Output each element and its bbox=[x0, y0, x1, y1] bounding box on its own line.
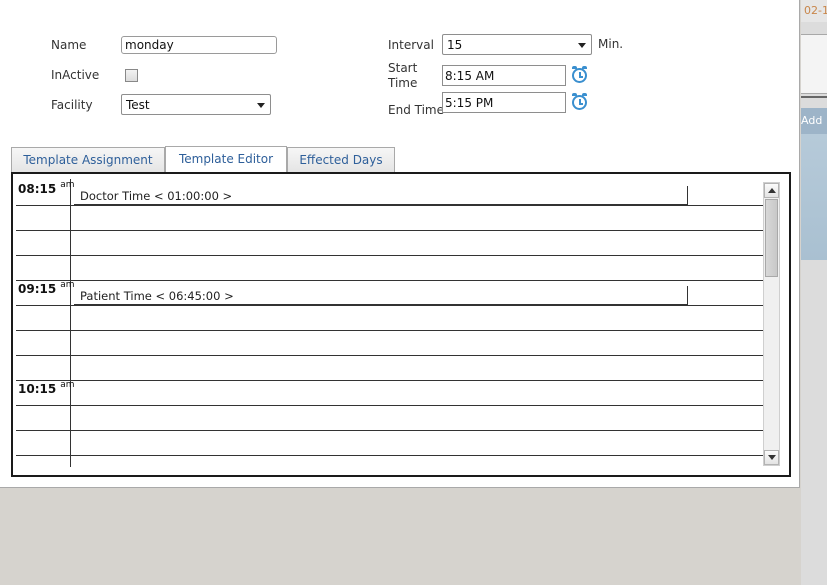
slot-row-line bbox=[16, 280, 763, 281]
chevron-down-icon bbox=[257, 103, 265, 108]
chevron-down-icon bbox=[578, 43, 586, 48]
start-time-clock-icon[interactable] bbox=[572, 66, 587, 83]
name-input[interactable]: monday bbox=[121, 36, 277, 54]
slot-row-line bbox=[16, 455, 763, 456]
time-label-0915: 09:15 am bbox=[18, 280, 75, 296]
background-date-fragment: 02-1 bbox=[801, 0, 827, 22]
arrow-down-icon bbox=[768, 455, 776, 460]
start-time-label: Start Time bbox=[388, 61, 418, 90]
tab-template-assignment[interactable]: Template Assignment bbox=[11, 147, 165, 173]
interval-unit: Min. bbox=[598, 37, 624, 51]
time-label-hour: 08:15 bbox=[18, 182, 57, 196]
background-panel bbox=[801, 34, 827, 94]
background-divider bbox=[801, 96, 827, 98]
time-label-1015: 10:15 am bbox=[18, 380, 75, 396]
time-label-hour: 10:15 bbox=[18, 382, 57, 396]
inactive-label: InActive bbox=[51, 68, 100, 82]
interval-select[interactable]: 15 bbox=[442, 34, 592, 55]
start-time-input[interactable]: 8:15 AM bbox=[442, 65, 566, 86]
interval-select-value: 15 bbox=[447, 38, 463, 52]
time-label-suffix: am bbox=[60, 380, 75, 390]
time-label-suffix: am bbox=[60, 180, 75, 190]
end-time-input[interactable]: 5:15 PM bbox=[442, 92, 566, 113]
schedule-grid-body: 08:15 am 09:15 am 10:15 am Doctor Time < 01… bbox=[16, 179, 763, 467]
appointment-block-patient-time[interactable]: Patient Time < 06:45:00 > bbox=[74, 286, 688, 305]
end-time-clock-icon[interactable] bbox=[572, 93, 587, 110]
slot-row-line bbox=[16, 230, 763, 231]
background-window-edge: 02-1 Add bbox=[801, 0, 827, 585]
appointment-block-doctor-time[interactable]: Doctor Time < 01:00:00 > bbox=[74, 186, 688, 205]
vertical-scrollbar[interactable] bbox=[763, 182, 780, 466]
slot-row-line bbox=[16, 330, 763, 331]
facility-label: Facility bbox=[51, 98, 93, 112]
slot-row-line bbox=[16, 305, 763, 306]
facility-select-value: Test bbox=[126, 98, 150, 112]
schedule-grid: 08:15 am 09:15 am 10:15 am Doctor Time < 01… bbox=[11, 172, 791, 477]
slot-row-line bbox=[16, 380, 763, 381]
slot-row-line bbox=[16, 355, 763, 356]
inactive-checkbox[interactable] bbox=[125, 69, 138, 82]
slot-row-line bbox=[16, 255, 763, 256]
tab-template-editor[interactable]: Template Editor bbox=[165, 146, 287, 174]
time-column-divider bbox=[70, 179, 71, 467]
facility-select[interactable]: Test bbox=[121, 94, 271, 115]
interval-label: Interval bbox=[388, 38, 434, 52]
name-label: Name bbox=[51, 38, 87, 52]
background-blue-panel bbox=[801, 134, 827, 260]
slot-row-line bbox=[16, 430, 763, 431]
background-add-button[interactable]: Add bbox=[801, 108, 827, 134]
scroll-up-button[interactable] bbox=[764, 183, 779, 198]
tab-effected-days[interactable]: Effected Days bbox=[287, 147, 395, 173]
time-label-hour: 09:15 bbox=[18, 282, 57, 296]
time-label-0815: 08:15 am bbox=[18, 180, 75, 196]
scrollbar-thumb[interactable] bbox=[765, 199, 778, 277]
slot-row-line bbox=[16, 405, 763, 406]
arrow-up-icon bbox=[768, 188, 776, 193]
template-dialog: Name monday InActive Facility Test Inter… bbox=[0, 0, 800, 488]
end-time-label: End Time bbox=[388, 103, 444, 117]
scroll-down-button[interactable] bbox=[764, 450, 779, 465]
slot-row-line bbox=[16, 205, 763, 206]
time-label-suffix: am bbox=[60, 280, 75, 290]
